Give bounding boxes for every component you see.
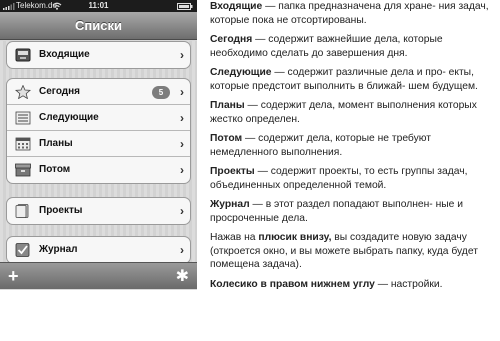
description-paragraph: Проекты — содержит проекты, то есть груп…: [210, 166, 468, 191]
list-label: Сегодня: [39, 86, 81, 97]
description-paragraph: Потом — содержит дела, которые не требую…: [210, 133, 431, 158]
description-paragraph: Планы — содержит дела, момент выполнения…: [210, 100, 477, 125]
lists-group-logbook: Журнал ›: [6, 236, 191, 264]
calendar-icon: [15, 137, 31, 151]
lists-group-inbox: Входящие ›: [6, 41, 191, 69]
navigation-bar: Списки: [0, 12, 197, 40]
description-paragraph: Журнал — в этот раздел попадают выполнен…: [210, 199, 464, 224]
lists-table: Входящие › Сегодня 5 › Следующие › Планы…: [0, 41, 197, 264]
list-row-logbook[interactable]: Журнал ›: [7, 237, 190, 263]
chevron-right-icon: ›: [180, 48, 184, 62]
bottom-toolbar: + ✱: [0, 262, 197, 289]
description-paragraph: Колесико в правом нижнем углу — настройк…: [210, 278, 443, 290]
page-title: Списки: [75, 18, 122, 33]
battery-icon: [177, 3, 193, 10]
list-row-today[interactable]: Сегодня 5 ›: [7, 79, 190, 105]
description-paragraph: Входящие — папка предназначена для хране…: [210, 1, 489, 26]
list-label: Журнал: [39, 244, 78, 255]
chevron-right-icon: ›: [180, 111, 184, 125]
star-icon: [15, 85, 31, 99]
folder-icon: [15, 204, 29, 218]
list-row-projects[interactable]: Проекты ›: [7, 198, 190, 224]
count-badge: 5: [152, 86, 170, 99]
phone-screen: Telekom.de 11:01 Списки Входящие › Сегод…: [0, 0, 197, 341]
page-background: [0, 290, 197, 341]
plus-icon[interactable]: +: [8, 263, 19, 290]
description-text: Входящие — папка предназначена для хране…: [210, 0, 498, 297]
stacked-list-icon: [15, 111, 31, 125]
chevron-right-icon: ›: [180, 243, 184, 257]
list-row-plans[interactable]: Планы ›: [7, 131, 190, 157]
description-paragraph: Сегодня — содержит важнейшие дела, котор…: [210, 34, 443, 59]
list-row-later[interactable]: Потом ›: [7, 157, 190, 183]
description-paragraph: Нажав на плюсик внизу, вы создадите нову…: [210, 232, 478, 270]
list-label: Планы: [39, 138, 73, 149]
chevron-right-icon: ›: [180, 163, 184, 177]
status-bar: Telekom.de 11:01: [0, 0, 197, 12]
chevron-right-icon: ›: [180, 85, 184, 99]
storage-box-icon: [15, 163, 31, 177]
inbox-tray-icon: [15, 48, 31, 62]
list-row-inbox[interactable]: Входящие ›: [7, 42, 190, 68]
checkbox-icon: [15, 243, 30, 257]
chevron-right-icon: ›: [180, 137, 184, 151]
gear-icon[interactable]: ✱: [176, 264, 189, 289]
list-label: Входящие: [39, 49, 90, 60]
lists-group-projects: Проекты ›: [6, 197, 191, 225]
list-label: Проекты: [39, 205, 83, 216]
description-paragraph: Следующие — содержит различные дела и пр…: [210, 67, 478, 92]
chevron-right-icon: ›: [180, 204, 184, 218]
list-label: Следующие: [39, 112, 99, 123]
list-row-next[interactable]: Следующие ›: [7, 105, 190, 131]
list-label: Потом: [39, 164, 71, 175]
clock: 11:01: [88, 1, 109, 10]
lists-group-main: Сегодня 5 › Следующие › Планы › Потом ›: [6, 78, 191, 184]
